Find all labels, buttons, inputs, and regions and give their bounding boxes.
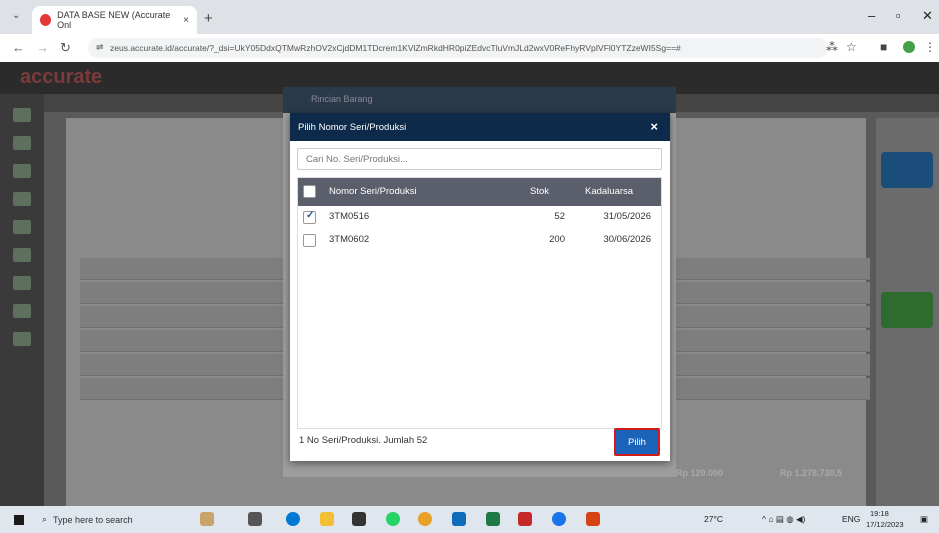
minimize-button[interactable]: – [868,8,875,23]
table-row[interactable]: 3TM0602 200 30/06/2026 [298,229,661,252]
tab-close-icon[interactable]: × [183,15,189,26]
clock-date[interactable]: 17/12/2023 [866,520,904,529]
serial-number-modal: Pilih Nomor Seri/Produksi × Nomor Seri/P… [290,113,670,461]
row-checkbox[interactable] [303,234,316,247]
row-expiry: 30/06/2026 [603,234,651,245]
column-header-expiry: Kadaluarsa [585,186,634,197]
row-checkbox[interactable] [303,210,316,224]
browser-tab[interactable]: DATA BASE NEW (Accurate Onl × [32,6,197,34]
sidebar-icon [13,136,31,150]
app-tile-icon[interactable] [452,512,466,526]
acrobat-icon[interactable] [518,512,532,526]
site-info-icon[interactable]: ⇌ [96,42,104,53]
app-logo: accurate [20,66,103,88]
task-view-icon[interactable] [248,512,262,526]
sidebar-icon [13,164,31,178]
chrome-icon[interactable] [418,512,432,526]
windows-start-icon[interactable] [14,515,24,525]
file-explorer-icon[interactable] [320,512,334,526]
modal-close-icon[interactable]: × [650,119,658,134]
windows-taskbar: ⌕ Type here to search 27°C ^ ⌂ ▤ ◍ ◀) EN… [0,506,939,533]
sidebar-icon [13,108,31,122]
modal-header: Pilih Nomor Seri/Produksi × [290,113,670,141]
row-serial: 3TM0602 [329,234,370,245]
translate-icon[interactable]: ⁂ [826,40,838,54]
new-tab-button[interactable]: + [204,10,213,27]
row-expiry: 31/05/2026 [603,211,651,222]
sidebar-icon [13,248,31,262]
column-header-serial: Nomor Seri/Produksi [329,186,417,197]
menu-dots-icon[interactable]: ⋮ [924,40,936,54]
app-save-button [881,152,933,188]
sidebar-icon [13,220,31,234]
selection-summary: 1 No Seri/Produksi. Jumlah 52 [299,435,428,446]
pilih-button[interactable]: Pilih [614,428,660,456]
taskbar-search[interactable]: ⌕ Type here to search [42,509,182,530]
url-text: zeus.accurate.id/accurate/?_dsi=UkY05Ddx… [110,43,681,53]
row-stock: 200 [549,234,565,245]
profile-avatar-icon[interactable] [903,41,915,53]
app-circle-icon[interactable] [552,512,566,526]
store-icon[interactable] [352,512,366,526]
whatsapp-icon[interactable] [386,512,400,526]
url-field[interactable]: ⇌ zeus.accurate.id/accurate/?_dsi=UkY05D… [88,38,828,58]
sidebar-icon [13,304,31,318]
modal-title: Pilih Nomor Seri/Produksi [298,121,407,133]
background-total-right: Rp 1.278.730,5 [780,468,843,478]
tab-search-icon[interactable]: ⌄ [12,10,20,21]
row-stock: 52 [554,211,565,222]
column-header-stock: Stok [530,186,550,197]
weather-temp[interactable]: 27°C [704,514,723,524]
extensions-icon[interactable]: ■ [880,40,887,54]
browser-tab-strip: ⌄ DATA BASE NEW (Accurate Onl × + – ▫ ✕ [0,0,939,34]
tray-icons[interactable]: ^ ⌂ ▤ ◍ ◀) [762,514,805,525]
office-icon[interactable] [586,512,600,526]
search-icon: ⌕ [42,514,48,524]
reload-icon[interactable]: ↻ [60,40,71,56]
excel-icon[interactable] [486,512,500,526]
back-icon[interactable]: ← [12,40,25,55]
sidebar-icon [13,276,31,290]
maximize-button[interactable]: ▫ [896,8,901,23]
cortana-art-icon[interactable] [200,512,214,526]
row-serial: 3TM0516 [329,211,370,222]
serial-search-input[interactable] [297,148,662,170]
tab-title: DATA BASE NEW (Accurate Onl [57,10,171,30]
app-sidebar [0,94,44,506]
close-window-button[interactable]: ✕ [922,8,933,24]
address-bar-row: ← → ↻ ⇌ zeus.accurate.id/accurate/?_dsi=… [0,34,939,62]
serial-grid: Nomor Seri/Produksi Stok Kadaluarsa 3TM0… [297,177,662,429]
table-row[interactable]: 3TM0516 52 31/05/2026 [298,206,661,229]
bookmark-star-icon[interactable]: ☆ [846,40,857,54]
sidebar-icon [13,192,31,206]
taskbar-search-placeholder: Type here to search [53,514,133,525]
edge-icon[interactable] [286,512,300,526]
select-all-checkbox[interactable] [303,185,316,198]
app-add-button [881,292,933,328]
notifications-icon[interactable]: ▣ [920,514,928,525]
grid-header: Nomor Seri/Produksi Stok Kadaluarsa [298,178,661,206]
clock-time[interactable]: 19:18 [870,509,889,518]
background-total-left: Rp 120.000 [676,468,724,478]
accurate-favicon-icon [40,14,52,26]
language-indicator[interactable]: ENG [842,514,860,524]
forward-icon[interactable]: → [36,40,49,55]
background-modal-title: Rincian Barang [283,87,676,113]
sidebar-icon [13,332,31,346]
